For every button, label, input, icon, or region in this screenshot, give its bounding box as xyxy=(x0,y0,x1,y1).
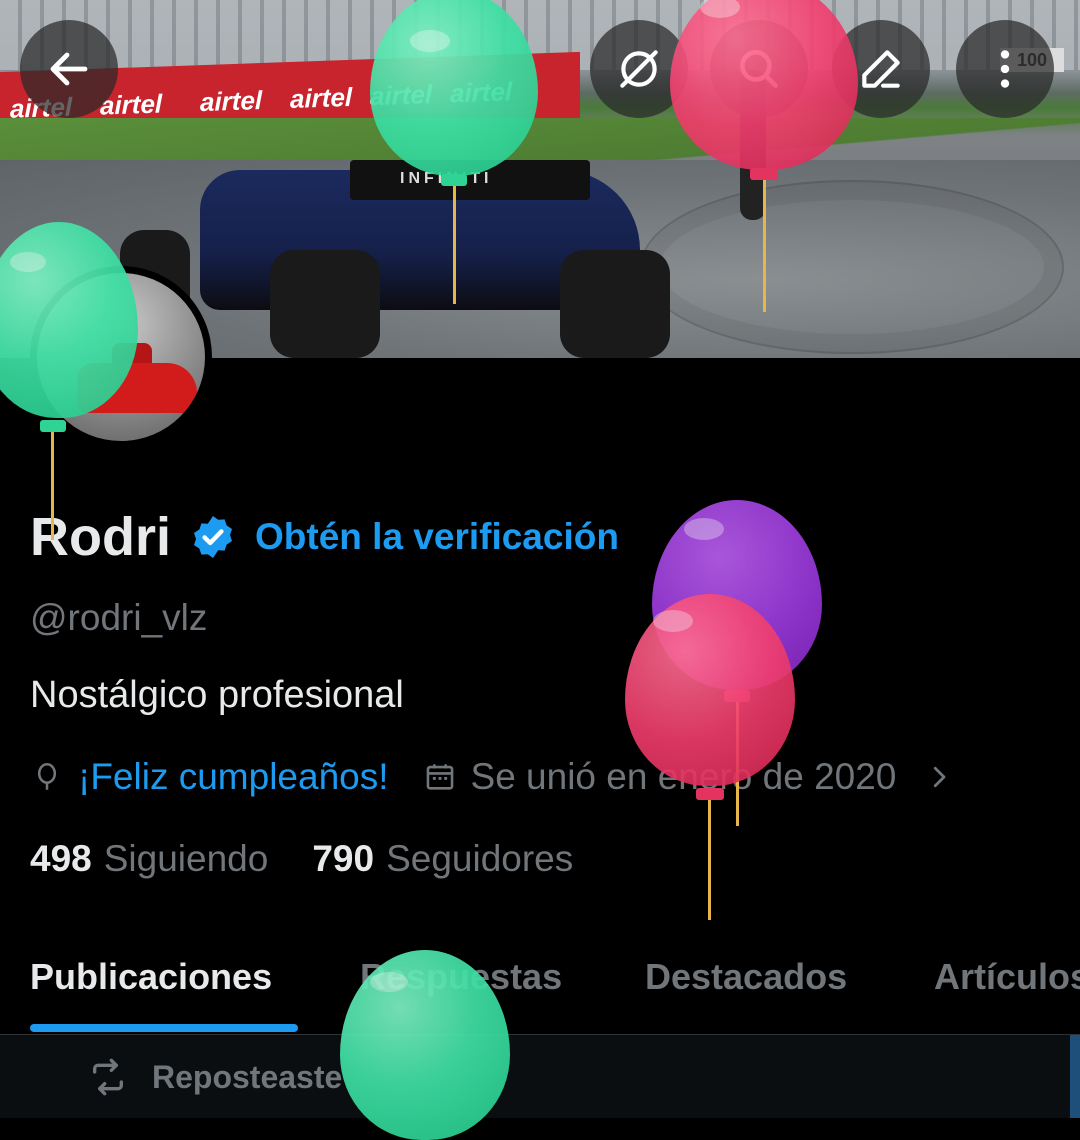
birthday-link[interactable]: ¡Feliz cumpleaños! xyxy=(78,756,389,798)
calendar-icon xyxy=(426,764,453,790)
tab-highlights[interactable]: Destacados xyxy=(645,956,847,998)
edit-pencil-icon xyxy=(862,50,900,88)
verified-badge-icon[interactable] xyxy=(189,513,237,561)
media-edge xyxy=(1070,1035,1080,1118)
banner-tyre xyxy=(560,250,670,358)
repost-header[interactable]: Reposteaste xyxy=(0,1035,1080,1118)
active-tab-indicator xyxy=(30,1024,298,1032)
profile-stats: 498 Siguiendo 790 Seguidores xyxy=(30,838,573,880)
banner-ad-text: airtel xyxy=(200,84,263,118)
chevron-right-icon[interactable] xyxy=(924,762,954,792)
banner-ad-text: airtel xyxy=(290,81,353,114)
balloon-knot xyxy=(40,420,66,432)
followers-label: Seguidores xyxy=(386,838,574,879)
balloon-icon xyxy=(37,762,57,790)
balloon-knot xyxy=(441,174,467,186)
repost-indicator: Reposteaste xyxy=(88,1057,342,1097)
following-label: Siguiendo xyxy=(103,838,269,879)
balloon-green xyxy=(370,0,538,176)
profile-name-row: Rodri Obtén la verificación xyxy=(30,506,619,568)
profile-tabs: Publicaciones Respuestas Destacados Artí… xyxy=(0,940,1080,1034)
banner-tyre-marks xyxy=(640,180,1064,354)
profile-handle: @rodri_vlz xyxy=(30,597,208,638)
following-count: 498 xyxy=(30,838,92,879)
get-verified-link[interactable]: Obtén la verificación xyxy=(255,516,619,558)
balloon-string xyxy=(708,800,711,920)
balloon-string xyxy=(51,432,54,540)
following-link[interactable]: 498 Siguiendo xyxy=(30,838,268,880)
slash-circle-icon xyxy=(620,50,658,88)
balloon-red xyxy=(670,0,858,170)
more-options-button[interactable] xyxy=(956,20,1054,118)
tab-articles[interactable]: Artículos xyxy=(934,956,1080,998)
balloon-knot xyxy=(750,168,778,180)
followers-link[interactable]: 790 Seguidores xyxy=(312,838,573,880)
profile-meta-row: ¡Feliz cumpleaños! Se unió en enero de 2… xyxy=(30,756,954,798)
repost-label: Reposteaste xyxy=(152,1058,343,1095)
balloon-string xyxy=(453,186,456,304)
back-arrow-icon xyxy=(50,52,88,86)
repost-icon xyxy=(93,1058,124,1096)
back-button[interactable] xyxy=(20,20,118,118)
balloon-string xyxy=(763,180,766,312)
more-vertical-icon xyxy=(1000,50,1010,88)
followers-count: 790 xyxy=(312,838,375,879)
balloon-knot xyxy=(696,788,724,800)
tab-posts[interactable]: Publicaciones xyxy=(30,956,272,998)
banner-tyre xyxy=(270,250,380,358)
profile-bio: Nostálgico profesional xyxy=(30,674,404,716)
